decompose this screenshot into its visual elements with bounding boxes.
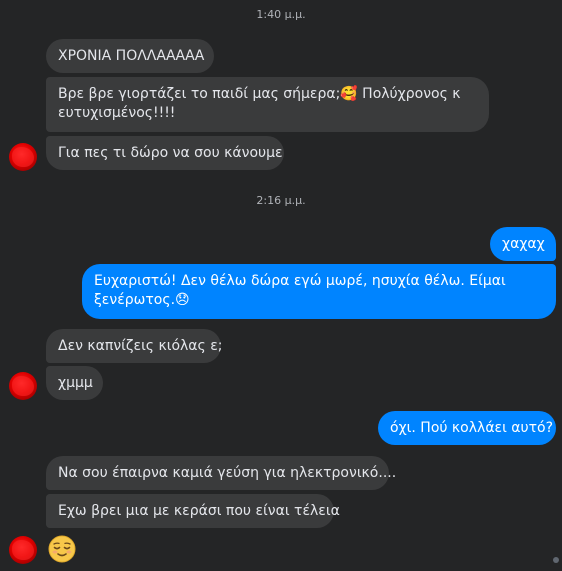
message-incoming[interactable]: Για πες τι δώρο να σου κάνουμε — [46, 136, 284, 170]
contact-avatar[interactable] — [9, 143, 37, 171]
message-text: χαχαχ — [502, 236, 545, 252]
timestamp: 2:16 μ.μ. — [256, 194, 306, 207]
message-text: όχι. Πού κολλάει αυτό? — [390, 420, 554, 436]
message-text: Δεν καπνίζεις κιόλας ε; — [58, 338, 223, 354]
message-incoming[interactable]: Εχω βρει μια με κεράσι που είναι τέλεια — [46, 494, 340, 528]
message-text: χμμμ — [58, 375, 93, 391]
message-outgoing[interactable]: χαχαχ — [490, 227, 556, 261]
message-incoming[interactable]: Δεν καπνίζεις κιόλας ε; — [46, 329, 223, 363]
message-text: Ευχαριστώ! Δεν θέλω δώρα εγώ μωρέ, ησυχί… — [94, 273, 506, 289]
timestamp: 1:40 μ.μ. — [256, 8, 306, 21]
contact-avatar[interactable] — [9, 536, 37, 564]
message-text: Για πες τι δώρο να σου κάνουμε — [58, 145, 283, 161]
relieved-face-icon[interactable] — [48, 535, 76, 563]
contact-avatar[interactable] — [9, 372, 37, 400]
message-incoming[interactable]: Βρε βρε γιορτάζει το παιδί μας σήμερα;🥰 … — [46, 77, 489, 132]
message-incoming[interactable]: ΧΡΟΝΙΑ ΠΟΛΛΑΑΑΑΑ — [46, 39, 214, 73]
message-text: Βρε βρε γιορτάζει το παιδί μας σήμερα;🥰 … — [58, 86, 461, 102]
message-text: Να σου έπαιρνα καμιά γεύση για ηλεκτρονι… — [58, 465, 397, 481]
message-outgoing[interactable]: όχι. Πού κολλάει αυτό? — [378, 411, 556, 445]
message-text: ξενέρωτος.😞 — [94, 292, 190, 308]
message-text: Εχω βρει μια με κεράσι που είναι τέλεια — [58, 503, 340, 519]
seen-indicator — [553, 557, 559, 563]
message-outgoing[interactable]: Ευχαριστώ! Δεν θέλω δώρα εγώ μωρέ, ησυχί… — [82, 264, 556, 319]
chat-thread: 1:40 μ.μ. ΧΡΟΝΙΑ ΠΟΛΛΑΑΑΑΑ Βρε βρε γιορτ… — [0, 0, 562, 571]
message-text: ΧΡΟΝΙΑ ΠΟΛΛΑΑΑΑΑ — [58, 48, 205, 64]
message-incoming[interactable]: χμμμ — [46, 366, 103, 400]
message-text: ευτυχισμένος!!!! — [58, 105, 176, 121]
message-incoming[interactable]: Να σου έπαιρνα καμιά γεύση για ηλεκτρονι… — [46, 456, 396, 490]
